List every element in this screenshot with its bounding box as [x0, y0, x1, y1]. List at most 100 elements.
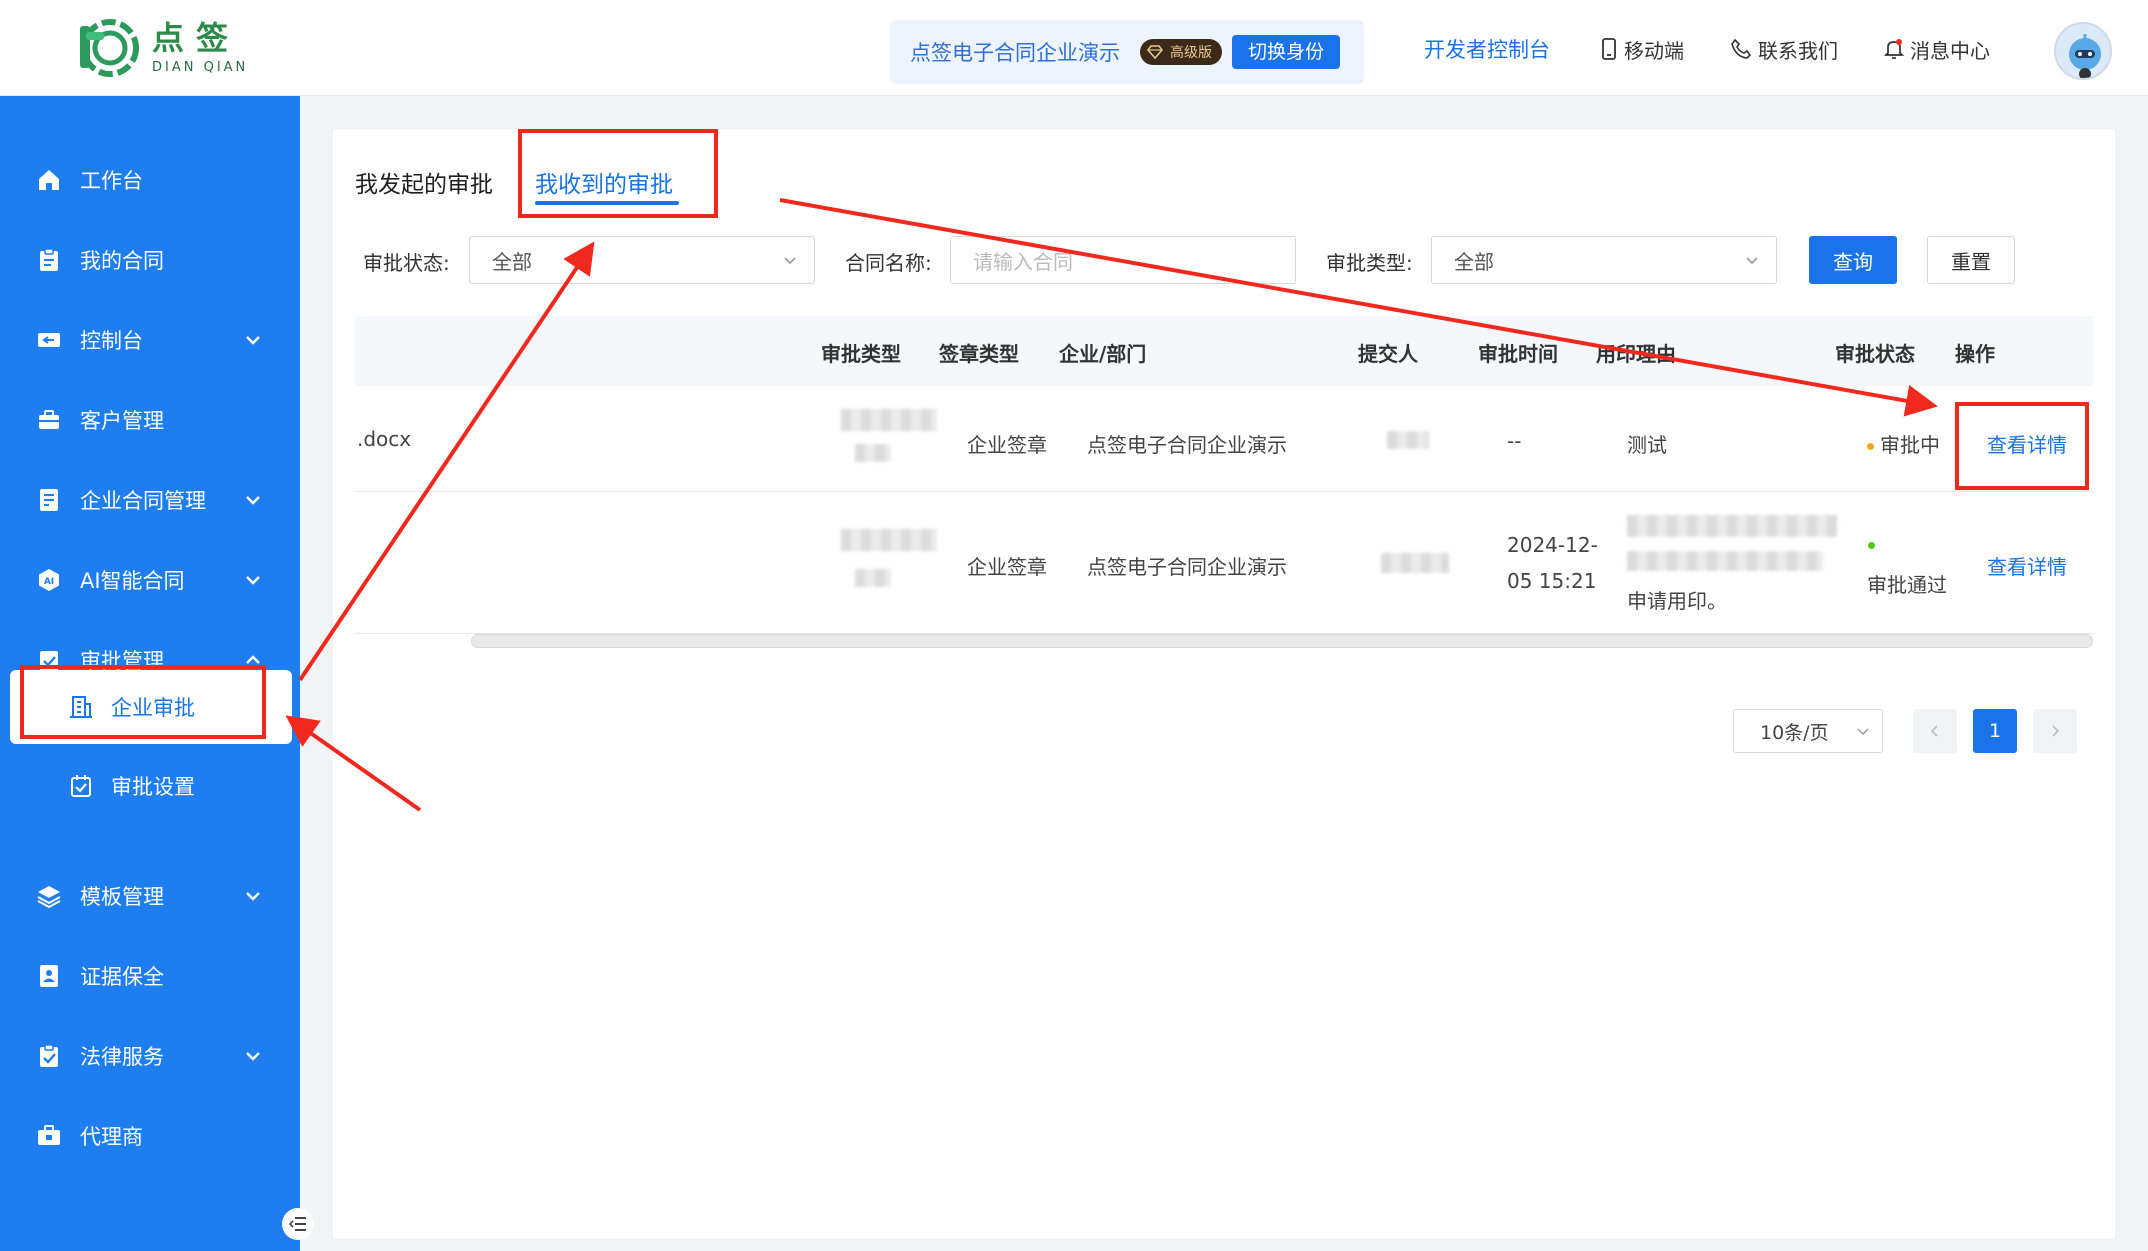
seal-type: 企业签章	[967, 555, 1047, 579]
sidebar-item-workbench[interactable]: 工作台	[0, 150, 300, 210]
plan-badge: 高级版	[1140, 39, 1222, 65]
ai-icon: AI	[39, 569, 59, 591]
sidebar-item-customers[interactable]: 客户管理	[0, 390, 300, 450]
top-links: 开发者控制台 移动端 联系我们 消息中心	[1424, 34, 1990, 64]
company-identity-box: 点签电子合同企业演示 高级版 切换身份	[890, 20, 1364, 84]
document-icon	[40, 489, 58, 511]
console-icon	[38, 333, 60, 347]
approval-clock: 05 15:21	[1507, 569, 1597, 593]
prev-page-button[interactable]	[1913, 709, 1957, 753]
sidebar-subitem-label: 审批设置	[111, 775, 195, 799]
sidebar-item-enterprise-contracts[interactable]: 企业合同管理	[0, 470, 300, 530]
contract-name-input[interactable]: 请输入合同	[950, 236, 1296, 284]
sidebar-item-label: 企业合同管理	[80, 489, 206, 513]
company-name: 点签电子合同企业演示	[910, 41, 1120, 65]
evidence-icon	[40, 965, 58, 987]
switch-identity-button[interactable]: 切换身份	[1232, 35, 1341, 69]
sidebar-item-my-contracts[interactable]: 我的合同	[0, 230, 300, 290]
message-center-link[interactable]: 消息中心	[1884, 35, 1990, 64]
redacted-reason	[1627, 515, 1837, 537]
reset-button[interactable]: 重置	[1927, 236, 2015, 284]
brand-name-cn: 点签	[152, 18, 241, 57]
legal-icon	[40, 1044, 58, 1067]
plan-badge-label: 高级版	[1170, 45, 1212, 61]
briefcase-icon	[39, 410, 59, 429]
page-number-current[interactable]: 1	[1973, 709, 2017, 753]
sidebar-item-label: 代理商	[80, 1125, 143, 1149]
sidebar-item-label: 控制台	[80, 329, 143, 353]
tab-received-approvals[interactable]: 我收到的审批	[535, 165, 673, 199]
sidebar-item-label: 模板管理	[80, 885, 164, 909]
approval-date: 2024-12-	[1507, 533, 1598, 557]
chevron-down-icon	[246, 336, 260, 345]
file-name: .docx	[357, 427, 412, 451]
contact-link[interactable]: 联系我们	[1730, 35, 1838, 64]
next-page-button[interactable]	[2033, 709, 2077, 753]
sidebar-item-label: 工作台	[80, 169, 143, 193]
view-details-link[interactable]: 查看详情	[1987, 429, 2067, 458]
contact-link-label: 联系我们	[1758, 38, 1838, 63]
redacted-reason	[1627, 551, 1823, 571]
sidebar-item-label: 我的合同	[80, 249, 164, 273]
column-header: 提交人	[1358, 342, 1418, 366]
approval-panel: 我发起的审批 我收到的审批 审批状态: 全部 合同名称: 请输入合同 审批类型:…	[333, 129, 2115, 1239]
status-filter-label: 审批状态:	[363, 251, 450, 275]
redacted-submitter	[1381, 553, 1449, 573]
horizontal-scrollbar[interactable]	[471, 634, 2093, 648]
chevron-down-icon	[784, 257, 796, 265]
redacted-text	[841, 529, 937, 551]
sidebar-item-label: 证据保全	[80, 965, 164, 989]
chevron-down-icon	[246, 576, 260, 585]
chevron-left-icon	[1930, 725, 1938, 737]
chevron-down-icon	[246, 1052, 260, 1061]
view-details-link[interactable]: 查看详情	[1987, 551, 2067, 580]
user-avatar[interactable]	[2054, 22, 2112, 80]
status-badge: 审批通过	[1867, 573, 1947, 597]
mobile-link-label: 移动端	[1624, 38, 1684, 63]
seal-reason: 申请用印。	[1627, 589, 1727, 613]
sidebar-item-console[interactable]: 控制台	[0, 310, 300, 370]
sidebar-item-legal[interactable]: 法律服务	[0, 1026, 300, 1086]
sidebar-item-evidence[interactable]: 证据保全	[0, 946, 300, 1006]
sidebar-subitem-label: 企业审批	[111, 696, 195, 720]
page-size-select[interactable]: 10条/页	[1733, 709, 1883, 753]
clipboard-icon	[40, 248, 58, 271]
column-header: 审批状态	[1835, 342, 1915, 366]
type-select[interactable]: 全部	[1431, 236, 1777, 284]
sidebar-subitem-approval-settings[interactable]: 审批设置	[10, 749, 292, 823]
checkbox-icon	[71, 775, 91, 797]
chevron-down-icon	[1746, 257, 1758, 265]
company-department: 点签电子合同企业演示	[1087, 433, 1287, 457]
sidebar-item-label: 客户管理	[80, 409, 164, 433]
contract-name-label: 合同名称:	[845, 251, 932, 275]
status-select-value: 全部	[492, 249, 532, 274]
sidebar-item-agents[interactable]: 代理商	[0, 1106, 300, 1166]
status-badge: 审批中	[1867, 429, 1940, 458]
developer-console-link[interactable]: 开发者控制台	[1424, 34, 1550, 64]
table-header: 审批类型 签章类型 企业/部门 提交人 审批时间 用印理由 审批状态 操作	[355, 316, 2093, 386]
diamond-icon	[1146, 45, 1164, 59]
brand-logo[interactable]: 点签 DIAN QIAN	[72, 12, 248, 82]
sidebar-item-templates[interactable]: 模板管理	[0, 866, 300, 926]
redacted-text	[855, 569, 891, 587]
home-icon	[39, 170, 59, 190]
redacted-submitter	[1387, 431, 1429, 449]
column-header: 操作	[1955, 342, 1995, 366]
svg-text:AI: AI	[44, 577, 54, 587]
status-select[interactable]: 全部	[469, 236, 815, 284]
sidebar-item-label: AI智能合同	[80, 569, 185, 593]
sidebar: 工作台 我的合同 控制台 客户管理 企业合同管理 AI AI智能合同 审批管理 …	[0, 96, 314, 1251]
chevron-down-icon	[246, 496, 260, 505]
agent-icon	[38, 1125, 60, 1145]
approval-time: --	[1507, 429, 1522, 453]
sidebar-subitem-enterprise-approval[interactable]: 企业审批	[10, 670, 292, 744]
sidebar-collapse-button[interactable]	[282, 1208, 314, 1240]
layers-icon	[37, 886, 61, 909]
bell-icon	[1884, 39, 1904, 59]
query-button[interactable]: 查询	[1809, 236, 1897, 284]
sidebar-item-label: 法律服务	[80, 1045, 164, 1069]
chevron-up-icon	[246, 655, 260, 664]
sidebar-item-ai-contracts[interactable]: AI AI智能合同	[0, 550, 300, 610]
mobile-link[interactable]: 移动端	[1600, 35, 1684, 64]
tab-sent-approvals[interactable]: 我发起的审批	[355, 165, 493, 199]
